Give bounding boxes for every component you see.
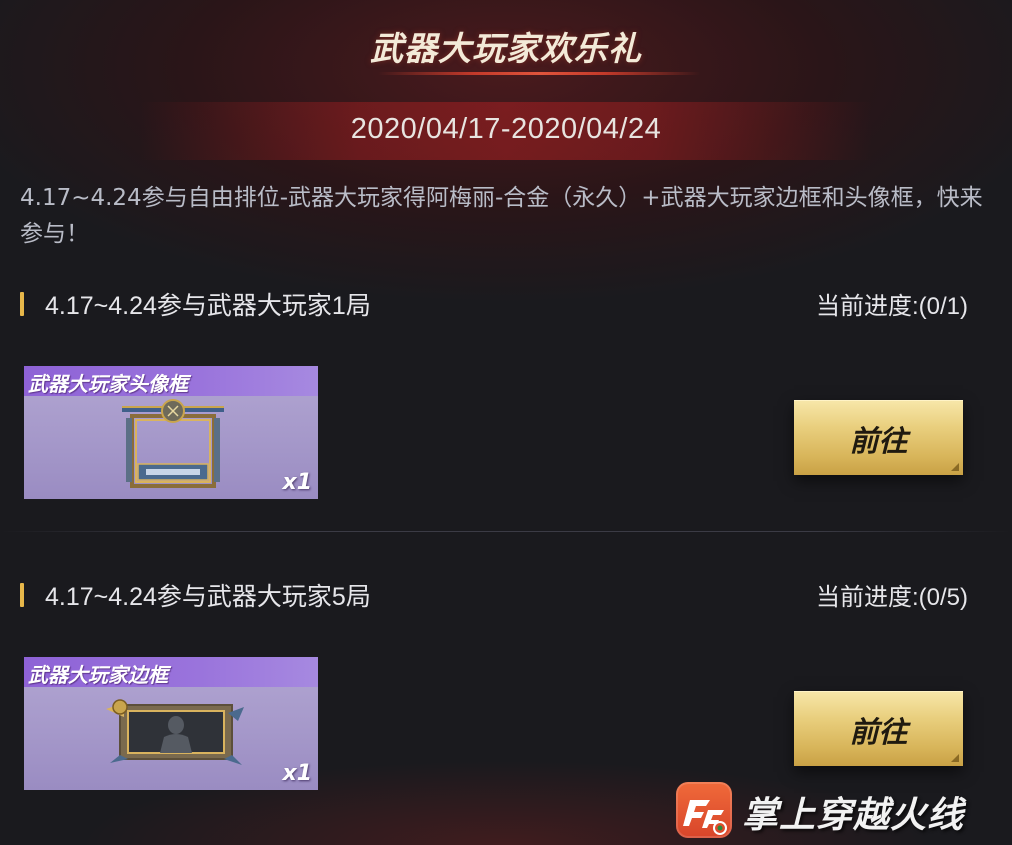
watermark-text: 掌上穿越火线: [742, 795, 965, 836]
reward-card-1[interactable]: 武器大玩家头像框 x1: [24, 366, 318, 499]
task-header-2: 4.17~4.24参与武器大玩家5局 当前进度:(0/5): [20, 577, 980, 613]
go-button-label: 前往: [849, 715, 908, 749]
title-underline: [378, 72, 700, 75]
task-progress: 当前进度:(0/5): [815, 584, 968, 611]
go-button-label: 前往: [849, 424, 908, 458]
watermark-logo: 掌上穿越火线: [676, 780, 1006, 840]
task-marker: [20, 583, 24, 607]
reward-count: x1: [282, 470, 313, 495]
task-title: 4.17~4.24参与武器大玩家1局: [45, 292, 371, 320]
go-button-1[interactable]: 前往: [794, 400, 963, 475]
button-corner-decoration: [951, 754, 959, 762]
border-frame-icon: [106, 699, 244, 765]
reward-card-2[interactable]: 武器大玩家边框 x1: [24, 657, 318, 790]
task-divider: [0, 531, 1012, 532]
event-description: 4.17~4.24参与自由排位-武器大玩家得阿梅丽-合金（永久）+武器大玩家边框…: [20, 185, 983, 247]
task-marker: [20, 292, 24, 316]
task-header-1: 4.17~4.24参与武器大玩家1局 当前进度:(0/1): [20, 286, 980, 322]
task-progress: 当前进度:(0/1): [815, 293, 968, 320]
button-corner-decoration: [951, 463, 959, 471]
task-title: 4.17~4.24参与武器大玩家5局: [45, 583, 371, 611]
cf-logo-icon: [676, 782, 732, 838]
reward-count: x1: [282, 761, 313, 786]
go-button-2[interactable]: 前往: [794, 691, 963, 766]
avatar-frame-icon: [122, 399, 224, 488]
page-title: 武器大玩家欢乐礼: [370, 29, 642, 68]
event-date-range: 2020/04/17-2020/04/24: [350, 113, 662, 145]
